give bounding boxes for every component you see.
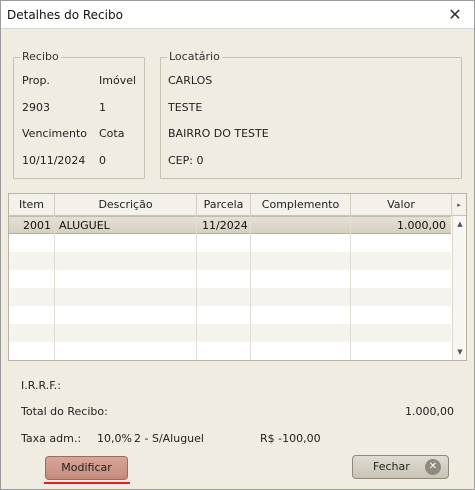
empty-row	[9, 252, 451, 270]
column-divider	[250, 216, 251, 360]
scroll-up-icon[interactable]: ▲	[453, 220, 466, 228]
grid-header: Item Descrição Parcela Complemento Valor…	[9, 194, 466, 216]
prop-value: 2903	[22, 101, 50, 114]
column-header-parcela[interactable]: Parcela	[197, 194, 251, 216]
cell-valor: 1.000,00	[397, 219, 446, 232]
locatario-name: CARLOS	[168, 74, 213, 87]
locatario-district: BAIRRO DO TESTE	[168, 127, 269, 140]
cota-label: Cota	[99, 127, 125, 140]
recibo-group: Recibo Prop. Imóvel 2903 1 Vencimento Co…	[13, 50, 145, 179]
column-header-descricao[interactable]: Descrição	[55, 194, 197, 216]
irrf-label: I.R.R.F.:	[21, 379, 61, 392]
items-grid[interactable]: Item Descrição Parcela Complemento Valor…	[8, 193, 467, 361]
cell-item: 2001	[23, 219, 51, 232]
empty-row	[9, 342, 451, 360]
imovel-label: Imóvel	[99, 74, 137, 87]
close-icon[interactable]: ✕	[444, 4, 466, 26]
vencimento-label: Vencimento	[22, 127, 88, 140]
column-divider	[196, 216, 197, 360]
dialog-window: Detalhes do Recibo ✕ Recibo Prop. Imóvel…	[0, 0, 475, 490]
taxa-description: 2 - S/Aluguel	[134, 432, 204, 445]
cell-descricao: ALUGUEL	[59, 219, 110, 232]
taxa-value: R$ -100,00	[260, 432, 321, 445]
scroll-right-icon[interactable]: ▸	[452, 194, 466, 216]
empty-row	[9, 288, 451, 306]
modificar-button[interactable]: Modificar	[45, 456, 128, 480]
empty-row	[9, 234, 451, 252]
column-header-complemento[interactable]: Complemento	[251, 194, 351, 216]
total-value: 1.000,00	[405, 405, 454, 418]
fechar-label: Fechar	[373, 460, 410, 473]
column-header-item[interactable]: Item	[9, 194, 55, 216]
cell-parcela: 11/2024	[202, 219, 248, 232]
column-header-valor[interactable]: Valor	[351, 194, 452, 216]
column-divider	[54, 216, 55, 360]
vertical-scrollbar[interactable]: ▲ ▼	[452, 216, 466, 360]
highlight-underline	[44, 482, 130, 484]
fechar-button[interactable]: Fechar ✕	[352, 455, 449, 479]
empty-row	[9, 270, 451, 288]
locatario-cep: CEP: 0	[168, 154, 204, 167]
recibo-legend: Recibo	[20, 50, 61, 63]
taxa-percent: 10,0%	[97, 432, 132, 445]
locatario-legend: Locatário	[167, 50, 222, 63]
empty-row	[9, 306, 451, 324]
total-label: Total do Recibo:	[21, 405, 108, 418]
locatario-group: Locatário CARLOS TESTE BAIRRO DO TESTE C…	[160, 50, 462, 179]
close-circle-icon: ✕	[425, 459, 441, 475]
taxa-label: Taxa adm.:	[21, 432, 82, 445]
prop-label: Prop.	[22, 74, 50, 87]
column-divider	[350, 216, 351, 360]
empty-row	[9, 324, 451, 342]
imovel-value: 1	[99, 101, 106, 114]
scroll-down-icon[interactable]: ▼	[453, 348, 466, 356]
table-row[interactable]: 2001 ALUGUEL 11/2024 1.000,00	[9, 216, 451, 234]
cota-value: 0	[99, 154, 106, 167]
title-bar: Detalhes do Recibo ✕	[1, 1, 474, 29]
window-title: Detalhes do Recibo	[7, 8, 123, 22]
locatario-address: TESTE	[168, 101, 203, 114]
vencimento-value: 10/11/2024	[22, 154, 86, 167]
